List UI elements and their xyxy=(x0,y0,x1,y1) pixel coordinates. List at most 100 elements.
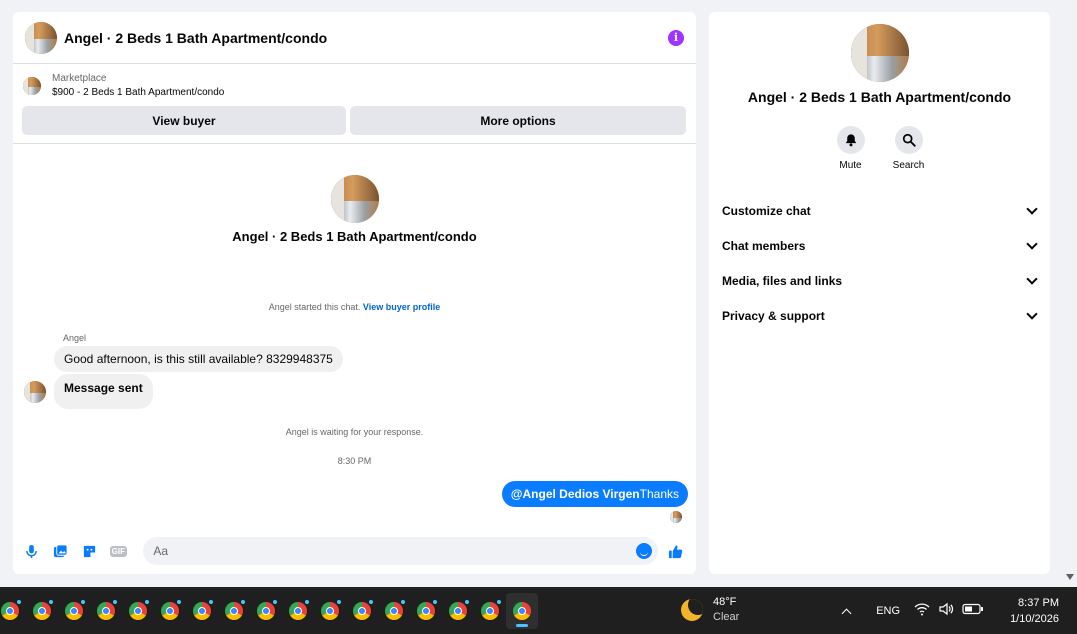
message-input[interactable] xyxy=(153,544,637,558)
search-button[interactable]: Search xyxy=(892,126,925,171)
taskbar-app-chrome[interactable] xyxy=(154,593,186,629)
taskbar-app-chrome[interactable] xyxy=(58,593,90,629)
taskbar-app-chrome[interactable] xyxy=(378,593,410,629)
chrome-icon xyxy=(513,601,531,620)
taskbar-app-chrome[interactable] xyxy=(218,593,250,629)
battery-icon[interactable] xyxy=(962,603,984,618)
gif-icon[interactable]: GIF xyxy=(109,543,128,559)
chrome-icon xyxy=(65,601,83,620)
more-options-button[interactable]: More options xyxy=(350,106,686,135)
chrome-icon xyxy=(353,601,371,620)
sender-name: Angel xyxy=(63,333,87,343)
menu-customize-chat[interactable]: Customize chat xyxy=(709,193,1050,228)
notification-dot xyxy=(433,599,437,604)
clock[interactable]: 8:37 PM 1/10/2026 xyxy=(1010,595,1059,627)
notification-dot xyxy=(113,599,117,604)
language-indicator[interactable]: ENG xyxy=(876,605,900,617)
started-text: Angel started this chat. xyxy=(268,302,361,312)
notification-dot xyxy=(401,599,405,604)
scroll-down-arrow[interactable] xyxy=(1066,574,1074,580)
chrome-icon xyxy=(33,601,51,620)
marketplace-label: Marketplace xyxy=(52,73,107,84)
notification-dot xyxy=(497,599,501,604)
message-input-box[interactable] xyxy=(143,537,659,565)
mention[interactable]: @Angel Dedios Virgen xyxy=(511,487,640,501)
photo-icon[interactable] xyxy=(53,543,69,559)
taskbar-app-chrome[interactable] xyxy=(346,593,378,629)
conversation-details-panel: Angel · 2 Beds 1 Bath Apartment/condo Mu… xyxy=(709,12,1050,574)
chrome-icon xyxy=(129,601,147,620)
chevron-down-icon xyxy=(1026,202,1038,215)
mute-button[interactable]: Mute xyxy=(836,126,866,171)
chrome-icon xyxy=(289,601,307,620)
sticker-icon[interactable] xyxy=(82,543,98,559)
info-icon[interactable]: i xyxy=(668,29,684,46)
taskbar-app-chrome[interactable] xyxy=(26,593,58,629)
weather-widget[interactable]: 48°F Clear xyxy=(681,595,739,625)
taskbar-app-chrome[interactable] xyxy=(506,592,538,629)
view-buyer-button[interactable]: View buyer xyxy=(22,106,346,135)
marketplace-listing[interactable]: Marketplace $900 - 2 Beds 1 Bath Apartme… xyxy=(13,64,696,100)
chat-avatar[interactable] xyxy=(25,21,57,54)
listing-title: $900 - 2 Beds 1 Bath Apartment/condo xyxy=(52,87,225,98)
taskbar-app-chrome[interactable] xyxy=(250,593,282,629)
notification-dot xyxy=(273,599,277,604)
volume-icon[interactable] xyxy=(938,602,954,619)
notification-dot xyxy=(305,599,309,604)
intro-avatar xyxy=(330,175,379,223)
menu-media-files-links[interactable]: Media, files and links xyxy=(709,263,1050,298)
search-icon xyxy=(902,133,916,147)
sender-avatar[interactable] xyxy=(24,380,46,403)
taskbar-app-chrome[interactable] xyxy=(442,593,474,629)
chrome-icon xyxy=(321,601,339,620)
notification-dot xyxy=(209,599,213,604)
chevron-down-icon xyxy=(1026,272,1038,285)
taskbar-app-chrome[interactable] xyxy=(314,593,346,629)
chat-title[interactable]: Angel · 2 Beds 1 Bath Apartment/condo xyxy=(64,30,327,46)
taskbar: 48°F Clear ENG 8:37 PM 1/10/2026 xyxy=(0,587,1077,634)
menu-chat-members[interactable]: Chat members xyxy=(709,228,1050,263)
taskbar-app-chrome[interactable] xyxy=(186,593,218,629)
notification-dot xyxy=(145,599,149,604)
taskbar-app-chrome[interactable] xyxy=(90,593,122,629)
incoming-message[interactable]: Good afternoon, is this still available?… xyxy=(54,346,343,372)
taskbar-app-chrome[interactable] xyxy=(122,593,154,629)
wifi-icon[interactable] xyxy=(914,602,930,619)
seen-avatar xyxy=(670,511,682,523)
notification-dot xyxy=(241,599,245,604)
chrome-icon xyxy=(193,601,211,620)
thumbs-up-icon[interactable] xyxy=(667,543,683,559)
clock-date: 1/10/2026 xyxy=(1010,612,1059,625)
chevron-down-icon xyxy=(1026,307,1038,320)
details-menu: Customize chat Chat members Media, files… xyxy=(709,193,1050,333)
notification-dot xyxy=(465,599,469,604)
side-title: Angel · 2 Beds 1 Bath Apartment/condo xyxy=(747,89,1012,105)
taskbar-app-chrome[interactable] xyxy=(410,593,442,629)
microphone-icon[interactable] xyxy=(24,543,40,559)
taskbar-app-chrome[interactable] xyxy=(282,593,314,629)
taskbar-apps xyxy=(0,592,538,629)
intro-title: Angel · 2 Beds 1 Bath Apartment/condo xyxy=(232,229,477,244)
chat-header: Angel · 2 Beds 1 Bath Apartment/condo i xyxy=(13,12,696,64)
emoji-icon[interactable] xyxy=(636,543,653,559)
incoming-message[interactable]: Message sent xyxy=(54,374,153,409)
search-label: Search xyxy=(892,160,925,171)
listing-thumbnail xyxy=(23,77,41,95)
view-buyer-profile-link[interactable]: View buyer profile xyxy=(363,302,440,312)
notification-dot xyxy=(81,599,85,604)
outgoing-message[interactable]: @Angel Dedios VirgenThanks xyxy=(501,481,688,507)
chrome-icon xyxy=(417,601,435,620)
chrome-icon xyxy=(1,601,19,620)
chat-intro: Angel · 2 Beds 1 Bath Apartment/condo xyxy=(13,175,696,244)
chat-started-notice: Angel started this chat. View buyer prof… xyxy=(13,302,696,312)
taskbar-app-chrome[interactable] xyxy=(474,593,506,629)
outgoing-text: Thanks xyxy=(639,487,679,501)
menu-privacy-support[interactable]: Privacy & support xyxy=(709,298,1050,333)
chrome-icon xyxy=(385,601,403,620)
bell-icon xyxy=(845,134,856,147)
chrome-icon xyxy=(449,601,467,620)
taskbar-app-chrome[interactable] xyxy=(0,593,26,629)
notification-dot xyxy=(17,599,21,604)
chat-panel: Angel · 2 Beds 1 Bath Apartment/condo i … xyxy=(13,12,696,574)
chevron-up-icon[interactable] xyxy=(841,608,852,618)
